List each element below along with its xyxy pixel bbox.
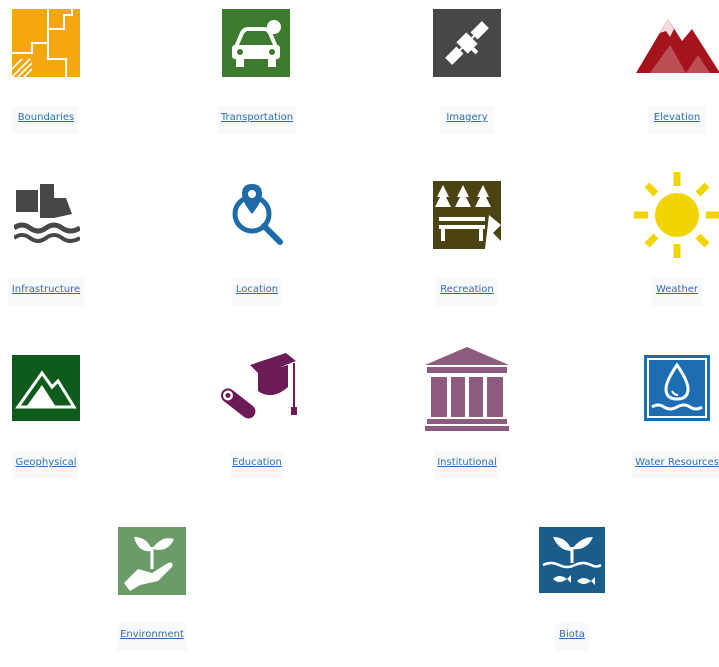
satellite-icon <box>433 9 501 77</box>
category-environment[interactable]: Environment <box>77 517 227 667</box>
mountain-icon <box>636 19 719 73</box>
hand-plant-icon <box>118 527 186 595</box>
category-label[interactable]: Institutional <box>392 457 542 468</box>
water-drop-icon <box>644 355 710 421</box>
location-search-icon <box>232 184 283 245</box>
category-infrastructure[interactable]: Infrastructure <box>0 172 150 322</box>
category-label[interactable]: Education <box>182 457 332 468</box>
category-label[interactable]: Elevation <box>602 112 719 123</box>
category-label[interactable]: Imagery <box>392 112 542 123</box>
category-label[interactable]: Environment <box>77 629 227 640</box>
category-geophysical[interactable]: Geophysical <box>0 345 150 495</box>
geophysical-mountain-icon <box>12 355 80 421</box>
category-boundaries[interactable]: Boundaries <box>0 0 150 150</box>
forest-bench-icon <box>433 181 501 249</box>
category-education[interactable]: Education <box>182 345 332 495</box>
category-elevation[interactable]: Elevation <box>602 0 719 150</box>
category-recreation[interactable]: Recreation <box>392 172 542 322</box>
graduation-cap-icon <box>220 353 297 419</box>
plant-fish-icon <box>539 527 605 593</box>
sun-icon <box>634 172 719 258</box>
category-label[interactable]: Location <box>182 284 332 295</box>
category-label[interactable]: Infrastructure <box>0 284 121 295</box>
category-label[interactable]: Weather <box>602 284 719 295</box>
boundaries-icon <box>12 9 80 77</box>
category-label[interactable]: Boundaries <box>0 112 121 123</box>
category-label[interactable]: Geophysical <box>0 457 121 468</box>
category-water-resources[interactable]: Water Resources <box>602 345 719 495</box>
category-weather[interactable]: Weather <box>602 172 719 322</box>
category-label[interactable]: Recreation <box>392 284 542 295</box>
category-institutional[interactable]: Institutional <box>392 345 542 495</box>
car-icon <box>222 9 290 77</box>
truck-water-icon <box>14 184 80 243</box>
category-location[interactable]: Location <box>182 172 332 322</box>
category-biota[interactable]: Biota <box>497 517 647 667</box>
category-label[interactable]: Biota <box>497 629 647 640</box>
government-building-icon <box>425 347 509 431</box>
category-imagery[interactable]: Imagery <box>392 0 542 150</box>
category-label[interactable]: Transportation <box>182 112 332 123</box>
category-transportation[interactable]: Transportation <box>182 0 332 150</box>
category-label[interactable]: Water Resources <box>602 457 719 468</box>
